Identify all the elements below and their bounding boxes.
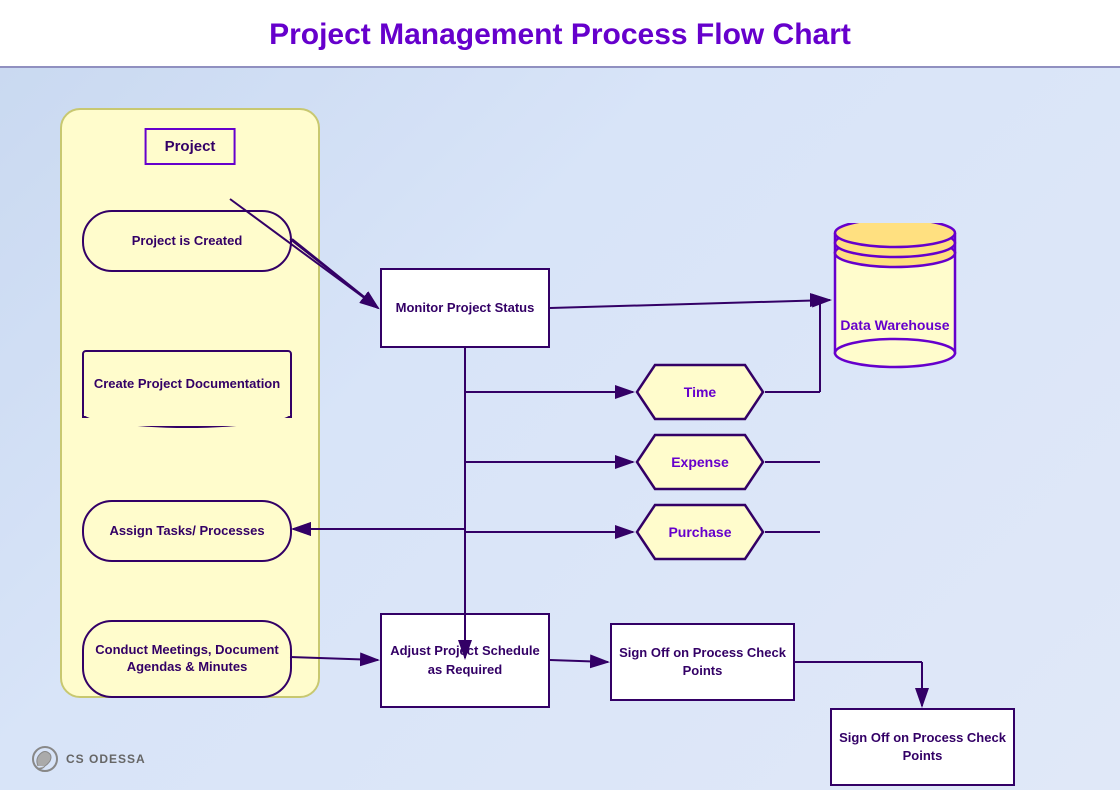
logo-text: CS ODESSA [66,752,146,766]
data-warehouse-node: Data Warehouse [830,223,960,378]
assign-tasks-node: Assign Tasks/ Processes [82,500,292,562]
conduct-meetings-node: Conduct Meetings, Document Agendas & Min… [82,620,292,698]
project-created-node: Project is Created [82,210,292,272]
purchase-node: Purchase [635,503,765,561]
monitor-status-node: Monitor Project Status [380,268,550,348]
page-title: Project Management Process Flow Chart [269,18,851,51]
adjust-schedule-node: Adjust Project Schedule as Required [380,613,550,708]
swimlane: Project Project is Created Create Projec… [60,108,320,698]
logo-icon [30,744,60,774]
project-label: Project [145,128,236,165]
sign-off-1-node: Sign Off on Process Check Points [610,623,795,701]
expense-node: Expense [635,433,765,491]
diagram-area: Project Project is Created Create Projec… [0,68,1120,788]
time-node: Time [635,363,765,421]
title-bar: Project Management Process Flow Chart [0,0,1120,68]
create-docs-node: Create Project Documentation [82,350,292,418]
data-warehouse-label: Data Warehouse [840,316,949,334]
sign-off-2-node: Sign Off on Process Check Points [830,708,1015,786]
logo-area: CS ODESSA [30,744,146,774]
